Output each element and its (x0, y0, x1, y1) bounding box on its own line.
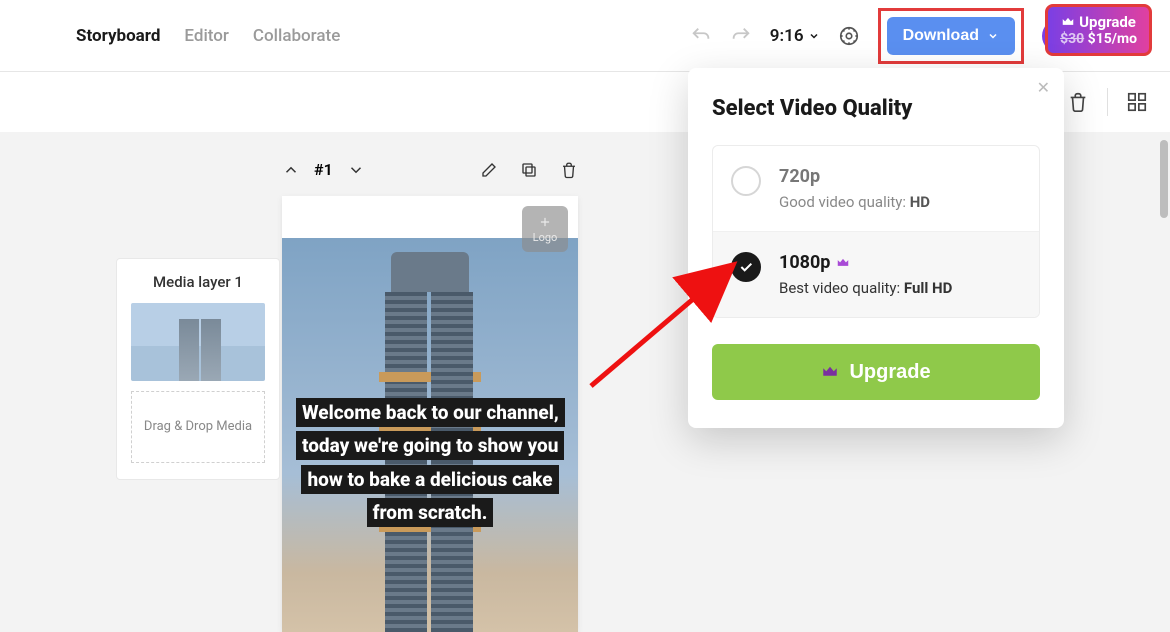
chevron-down-icon[interactable] (347, 161, 365, 179)
quality-sub-strong: HD (910, 193, 930, 211)
grid-view-icon[interactable] (1126, 91, 1148, 113)
plus-icon (538, 215, 552, 229)
settings-gear-icon[interactable] (838, 25, 860, 47)
aspect-ratio-selector[interactable]: 9:16 (770, 26, 820, 46)
tab-collaborate[interactable]: Collaborate (253, 26, 340, 46)
check-icon (738, 259, 754, 275)
media-thumbnail[interactable] (131, 303, 265, 381)
download-button-label: Download (903, 27, 979, 45)
duplicate-icon[interactable] (520, 161, 538, 179)
quality-sub-strong: Full HD (904, 279, 952, 297)
aspect-ratio-value: 9:16 (770, 26, 804, 46)
quality-option-1080p[interactable]: 1080p Best video quality: Full HD (713, 231, 1039, 317)
undo-icon[interactable] (690, 25, 712, 47)
chevron-down-icon (987, 30, 999, 42)
upgrade-promo-label: Upgrade (1079, 13, 1136, 31)
upgrade-button[interactable]: Upgrade (712, 344, 1040, 400)
quality-sub-prefix: Good video quality: (779, 193, 910, 211)
redo-icon[interactable] (730, 25, 752, 47)
upgrade-old-price: $30 (1060, 31, 1084, 47)
crown-icon (1061, 15, 1075, 29)
download-button[interactable]: Download (887, 17, 1015, 55)
quality-list: 720p Good video quality: HD 1080p Best v… (712, 145, 1040, 318)
quality-title: 720p (779, 166, 820, 187)
close-icon[interactable]: ✕ (1037, 78, 1050, 97)
caption-overlay[interactable]: Welcome back to our channel, today we're… (282, 396, 578, 529)
crown-icon (836, 256, 850, 270)
edit-icon[interactable] (480, 161, 498, 179)
scrollbar[interactable] (1160, 140, 1168, 218)
topbar-right: 9:16 Download A (690, 8, 1094, 64)
scene-number: #1 (314, 160, 333, 179)
quality-option-720p[interactable]: 720p Good video quality: HD (713, 146, 1039, 231)
media-layer-title: Media layer 1 (131, 273, 265, 291)
trash-icon[interactable] (1067, 91, 1089, 113)
top-bar: Storyboard Editor Collaborate 9:16 Downl… (0, 0, 1170, 72)
crown-icon (821, 363, 839, 381)
nav-tabs: Storyboard Editor Collaborate (76, 26, 340, 46)
upgrade-promo-button[interactable]: Upgrade $30 $15/mo (1045, 4, 1152, 56)
video-quality-popover: ✕ Select Video Quality 720p Good video q… (688, 68, 1064, 428)
radio-unselected-icon (731, 166, 761, 196)
download-button-highlight: Download (878, 8, 1024, 64)
logo-label: Logo (533, 231, 558, 244)
popover-title: Select Video Quality (712, 96, 1040, 121)
tab-storyboard[interactable]: Storyboard (76, 26, 160, 46)
quality-title: 1080p (779, 252, 830, 273)
add-logo-button[interactable]: Logo (522, 206, 568, 252)
upgrade-button-label: Upgrade (849, 361, 930, 384)
tab-editor[interactable]: Editor (184, 26, 228, 46)
radio-selected-icon (731, 252, 761, 282)
chevron-up-icon[interactable] (282, 161, 300, 179)
caption-text: Welcome back to our channel, today we're… (296, 398, 565, 527)
divider (1107, 88, 1108, 116)
quality-sub-prefix: Best video quality: (779, 279, 904, 297)
media-layer-panel: Media layer 1 Drag & Drop Media (116, 258, 280, 480)
trash-icon[interactable] (560, 161, 578, 179)
chevron-down-icon (808, 30, 820, 42)
scene-header: #1 (282, 160, 578, 179)
scene-card[interactable]: Logo Welcome back to our channel, today … (282, 196, 578, 632)
upgrade-new-price: $15/mo (1088, 31, 1137, 47)
media-drop-zone[interactable]: Drag & Drop Media (131, 391, 265, 463)
